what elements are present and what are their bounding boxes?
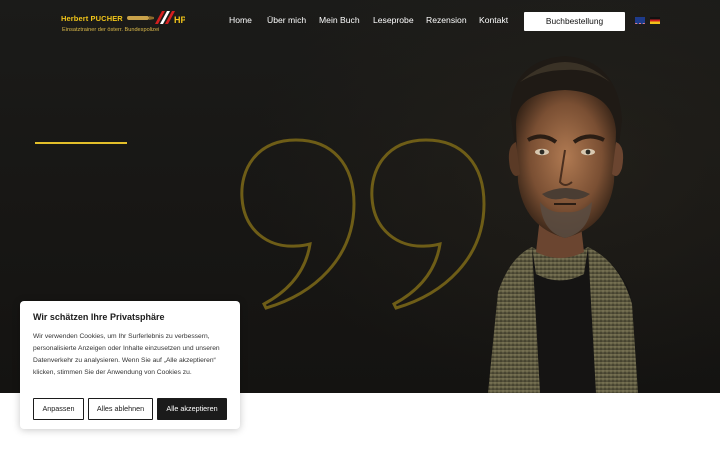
bullet-logo-icon: HP [127, 11, 185, 25]
flag-de-icon[interactable] [650, 17, 660, 24]
nav-item-kontakt[interactable]: Kontakt [479, 15, 508, 25]
author-portrait [488, 56, 638, 393]
site-logo[interactable]: Herbert PUCHER HP Einsatztrainer der öst… [61, 10, 185, 36]
cookie-customize-button[interactable]: Anpassen [33, 398, 84, 420]
cookie-title: Wir schätzen Ihre Privatsphäre [33, 312, 165, 322]
cookie-reject-button[interactable]: Alles ablehnen [88, 398, 153, 420]
quote-icon [240, 138, 486, 310]
cookie-accept-button[interactable]: Alle akzeptieren [157, 398, 227, 420]
nav-item-home[interactable]: Home [229, 15, 252, 25]
nav-item-ueber-mich[interactable]: Über mich [267, 15, 306, 25]
logo-name: Herbert PUCHER [61, 14, 123, 23]
book-order-button[interactable]: Buchbestellung [524, 12, 625, 31]
nav-item-leseprobe[interactable]: Leseprobe [373, 15, 414, 25]
cookie-consent-dialog: Wir schätzen Ihre Privatsphäre Wir verwe… [20, 301, 240, 429]
logo-initials: HP [174, 15, 185, 25]
accent-line [35, 142, 127, 144]
site-header: Herbert PUCHER HP Einsatztrainer der öst… [0, 0, 720, 42]
nav-item-rezension[interactable]: Rezension [426, 15, 467, 25]
nav-item-mein-buch[interactable]: Mein Buch [319, 15, 360, 25]
flag-en-icon[interactable] [635, 17, 645, 24]
logo-tagline: Einsatztrainer der österr. Bundespolizei [62, 27, 160, 33]
cookie-text: Wir verwenden Cookies, um Ihr Surferlebn… [33, 333, 220, 376]
